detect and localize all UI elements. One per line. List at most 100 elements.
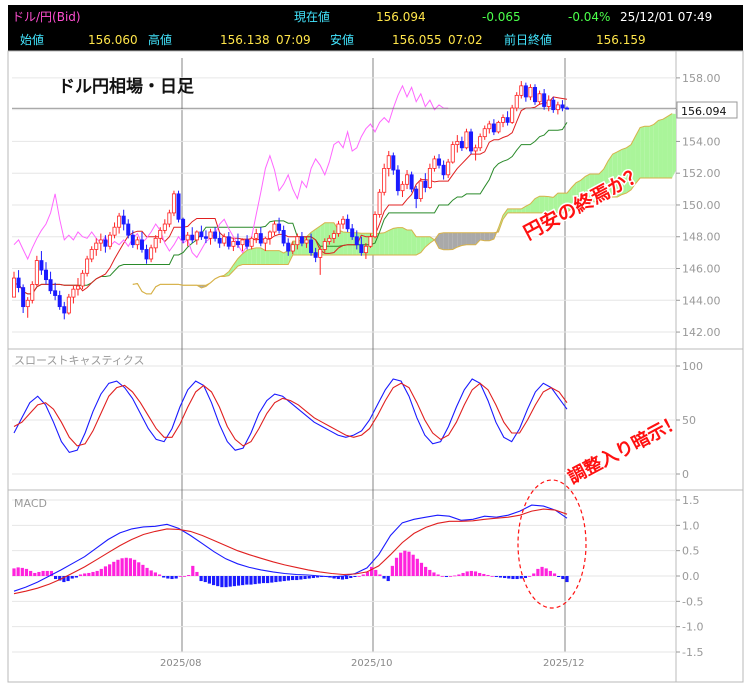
candle-body (181, 218, 186, 241)
macd-histogram-bar (349, 576, 353, 579)
macd-histogram-bar (228, 576, 232, 587)
candle-body (286, 242, 291, 252)
macd-histogram-bar (112, 561, 116, 576)
candle-body (149, 247, 154, 260)
macd-histogram-bar (424, 566, 428, 576)
x-tick-label: 2025/10 (351, 658, 393, 669)
last-price-label: 156.094 (681, 105, 727, 118)
macd-histogram-bar (461, 572, 465, 576)
candle-body (377, 191, 382, 215)
candle-body (482, 128, 487, 138)
macd-histogram-bar (490, 576, 494, 577)
macd-histogram-bar (311, 576, 315, 579)
macd-histogram-bar (399, 552, 403, 576)
candle-body (469, 131, 474, 152)
cloud-segment (539, 196, 545, 213)
candle-body (71, 288, 76, 298)
candle-body (98, 239, 103, 244)
cloud-segment (448, 232, 453, 250)
candle-body (11, 277, 16, 298)
macd-histogram-bar (453, 575, 457, 577)
cloud-segment (256, 247, 261, 265)
candle-body (112, 226, 117, 236)
macd-histogram-bar (95, 570, 99, 576)
macd-histogram-bar (478, 572, 482, 576)
macd-tick-label: 0.0 (682, 570, 700, 583)
macd-histogram-bar (203, 576, 207, 583)
candle-body (345, 218, 350, 230)
cloud-segment (402, 227, 408, 256)
candle-body (441, 164, 446, 176)
macd-histogram-bar (473, 571, 478, 576)
macd-histogram-bar (132, 559, 137, 576)
macd-histogram-bar (91, 571, 95, 576)
candle-body (62, 306, 67, 314)
candle-body (551, 99, 556, 111)
candle-body (153, 237, 158, 249)
candle-body (235, 241, 240, 246)
cloud-segment (388, 228, 394, 256)
cloud-segment (416, 236, 421, 256)
price-tick-label: 148.00 (682, 231, 721, 244)
price-chart-title: ドル円相場・日足 (58, 76, 194, 97)
stoch-tick-label: 0 (682, 468, 689, 481)
stoch-tick-label: 50 (682, 414, 696, 427)
chart-canvas: 2025/082025/102025/12158.00156.00154.001… (7, 50, 744, 683)
macd-histogram-bar (382, 576, 386, 579)
candle-body (43, 269, 48, 281)
macd-histogram-bar (407, 551, 411, 576)
macd-histogram-bar (511, 576, 515, 580)
candle-body (464, 131, 469, 149)
macd-histogram-bar (561, 576, 565, 580)
candle-body (75, 285, 80, 290)
cloud-segment (439, 232, 444, 250)
price-tick-label: 144.00 (682, 294, 721, 307)
cloud-segment (512, 208, 517, 213)
candle-body (533, 87, 538, 103)
macd-tick-label: 1.5 (682, 494, 700, 507)
price-tick-label: 150.00 (682, 199, 721, 212)
candle-body (190, 234, 195, 241)
macd-histogram-bar (448, 576, 453, 577)
x-tick-label: 2025/12 (543, 658, 585, 669)
candle-body (130, 234, 135, 246)
candle-body (139, 239, 144, 250)
macd-histogram-bar (557, 576, 561, 578)
candle-body (39, 260, 44, 271)
macd-histogram-bar (544, 568, 548, 576)
candle-body (245, 239, 250, 247)
macd-histogram-bar (299, 576, 303, 580)
macd-histogram-bar (503, 576, 507, 579)
macd-histogram-bar (74, 576, 78, 578)
macd-histogram-bar (103, 566, 108, 576)
candle-body (409, 174, 414, 190)
candle-body (194, 231, 199, 241)
macd-tick-label: -0.5 (682, 595, 703, 608)
macd-histogram-bar (261, 576, 266, 584)
macd-histogram-bar (440, 576, 444, 577)
macd-histogram-bar (482, 573, 486, 576)
candle-body (382, 168, 387, 193)
candle-body (523, 85, 528, 98)
candle-body (121, 215, 126, 225)
cloud-segment (379, 232, 385, 256)
macd-histogram-bar (232, 576, 236, 587)
macd-histogram-bar (70, 576, 74, 579)
macd-histogram-bar (149, 570, 153, 576)
candle-body (537, 93, 542, 103)
candle-body (514, 94, 519, 109)
candle-body (336, 223, 341, 234)
macd-histogram-bar (166, 576, 170, 579)
cloud-segment (247, 248, 252, 265)
candle-body (295, 236, 300, 246)
macd-histogram-bar (307, 576, 311, 579)
cloud-segment (393, 227, 398, 256)
macd-histogram-bar (444, 576, 449, 578)
candle-body (80, 272, 85, 287)
macd-histogram-bar (53, 576, 58, 580)
macd-histogram-bar (124, 557, 128, 576)
candle-body (432, 158, 437, 169)
candle-body (309, 239, 314, 254)
macd-histogram-bar (266, 576, 270, 584)
candle-body (290, 244, 295, 252)
